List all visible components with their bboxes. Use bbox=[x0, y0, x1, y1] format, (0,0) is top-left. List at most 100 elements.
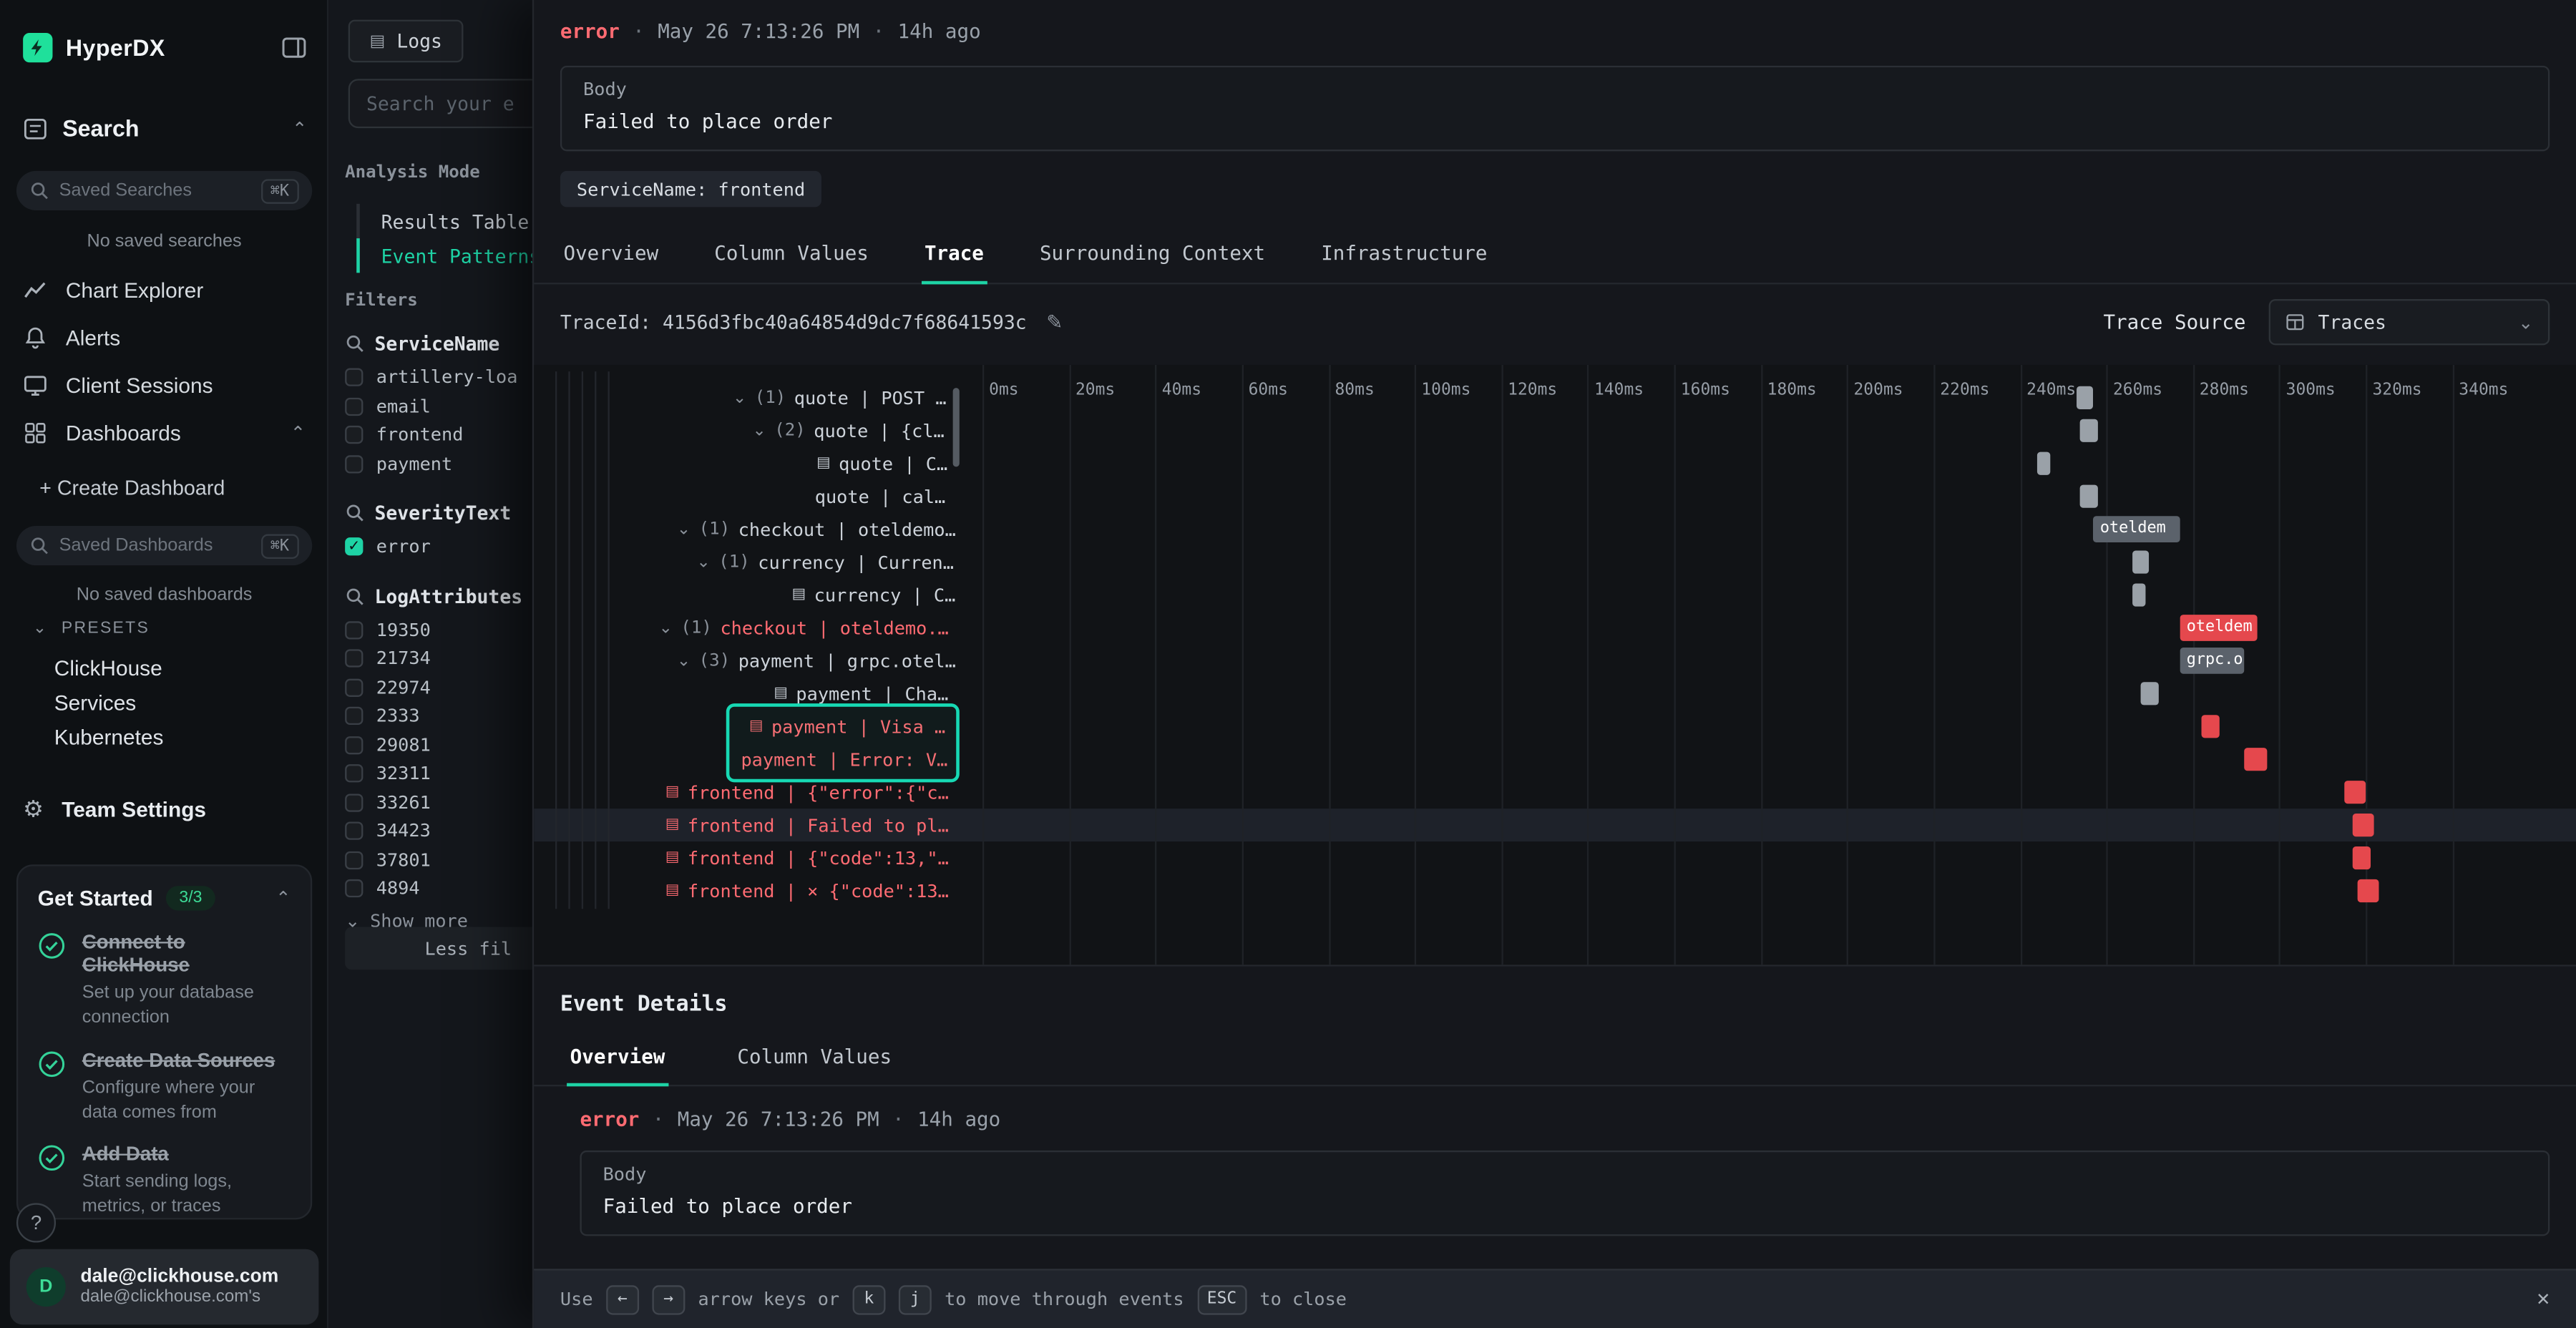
sidebar-item-dashboards[interactable]: Dashboards ⌃ bbox=[0, 409, 328, 457]
checkbox[interactable] bbox=[345, 455, 363, 473]
tab-column-values[interactable]: Column Values bbox=[711, 227, 872, 283]
span-bar[interactable] bbox=[2077, 386, 2094, 409]
span-bar[interactable] bbox=[2141, 682, 2158, 705]
collapse-span-icon[interactable]: ⌄ bbox=[677, 652, 691, 670]
saved-searches-input[interactable] bbox=[59, 181, 251, 201]
separator-dot: · bbox=[633, 20, 645, 43]
span-bar[interactable]: oteldem bbox=[2094, 516, 2180, 542]
span-bar[interactable] bbox=[2081, 419, 2098, 442]
collapse-span-icon[interactable]: ⌄ bbox=[733, 389, 746, 406]
checkbox[interactable] bbox=[345, 621, 363, 639]
sidebar-item-client-sessions[interactable]: Client Sessions bbox=[0, 361, 328, 409]
span-bar[interactable] bbox=[2132, 551, 2150, 574]
collapse-sidebar-icon[interactable] bbox=[281, 34, 308, 61]
span-label: quote | POST … bbox=[794, 387, 947, 409]
checkbox[interactable] bbox=[345, 678, 363, 696]
preset-clickhouse[interactable]: ClickHouse bbox=[54, 651, 162, 685]
child-count: (3) bbox=[699, 651, 731, 671]
span-row[interactable]: ⌄(1)quote | POST … bbox=[534, 381, 956, 414]
get-started-progress-badge: 3/3 bbox=[166, 886, 215, 910]
esc-key: ESC bbox=[1197, 1284, 1246, 1314]
span-row[interactable]: quote | calc… bbox=[534, 480, 956, 513]
log-event-icon: ▤ bbox=[665, 817, 680, 834]
tab-trace[interactable]: Trace bbox=[921, 227, 987, 283]
checkbox[interactable] bbox=[345, 650, 363, 668]
checkbox[interactable] bbox=[345, 397, 363, 415]
saved-searches-field[interactable]: ⌘K bbox=[16, 171, 312, 210]
collapse-span-icon[interactable]: ⌄ bbox=[659, 619, 673, 637]
checkbox[interactable] bbox=[345, 426, 363, 444]
span-row[interactable]: ⌄(1)currency | Currenc… bbox=[534, 546, 956, 579]
checkbox[interactable] bbox=[345, 707, 363, 725]
span-bar[interactable] bbox=[2357, 879, 2379, 902]
checkbox[interactable] bbox=[345, 736, 363, 753]
checkbox[interactable] bbox=[345, 765, 363, 783]
user-menu[interactable]: D dale@clickhouse.com dale@clickhouse.co… bbox=[10, 1249, 319, 1325]
checkbox[interactable] bbox=[345, 851, 363, 869]
get-started-step[interactable]: Create Data Sources Configure where your… bbox=[38, 1048, 291, 1125]
tab-surrounding-context[interactable]: Surrounding Context bbox=[1036, 227, 1268, 283]
checkbox[interactable] bbox=[345, 879, 363, 897]
collapse-span-icon[interactable]: ⌄ bbox=[677, 520, 691, 538]
tab-overview[interactable]: Overview bbox=[560, 227, 662, 283]
span-bar[interactable] bbox=[2081, 485, 2098, 508]
span-bar[interactable] bbox=[2353, 814, 2374, 836]
saved-dashboards-input[interactable] bbox=[59, 536, 251, 556]
search-section-header[interactable]: Search ⌃ bbox=[23, 109, 307, 148]
axis-tick: 20ms bbox=[1075, 381, 1115, 399]
checkbox[interactable]: ✓ bbox=[345, 538, 363, 556]
gridline bbox=[1674, 365, 1676, 965]
chevron-up-icon[interactable]: ⌃ bbox=[291, 422, 306, 444]
avatar: D bbox=[26, 1267, 66, 1307]
sidebar-item-team-settings[interactable]: ⚙ Team Settings bbox=[0, 786, 328, 834]
get-started-step[interactable]: Connect to ClickHouse Set up your databa… bbox=[38, 930, 291, 1030]
body-text: Failed to place order bbox=[603, 1195, 2527, 1218]
tree-scrollbar[interactable] bbox=[953, 388, 960, 467]
sidebar-item-alerts[interactable]: Alerts bbox=[0, 314, 328, 362]
nav-label: Team Settings bbox=[62, 797, 306, 821]
trace-source-dropdown[interactable]: Traces ⌄ bbox=[2269, 299, 2550, 345]
edit-trace-id-icon[interactable]: ✎ bbox=[1046, 311, 1063, 333]
span-row[interactable]: ⌄(1)checkout | oteldemo.… bbox=[534, 513, 956, 546]
collapse-span-icon[interactable]: ⌄ bbox=[696, 553, 710, 571]
tab-column-values[interactable]: Column Values bbox=[734, 1032, 895, 1085]
preset-kubernetes[interactable]: Kubernetes bbox=[54, 720, 164, 754]
collapse-span-icon[interactable]: ⌄ bbox=[753, 421, 766, 439]
sidebar-item-chart-explorer[interactable]: Chart Explorer bbox=[0, 266, 328, 314]
get-started-step[interactable]: Add Data Start sending logs, metrics, or… bbox=[38, 1143, 291, 1219]
checkbox[interactable] bbox=[345, 368, 363, 386]
span-bar[interactable]: oteldem bbox=[2180, 615, 2258, 641]
help-button[interactable]: ? bbox=[16, 1203, 56, 1242]
source-selector-button[interactable]: ▤ Logs bbox=[348, 20, 464, 63]
span-bar[interactable] bbox=[2037, 452, 2050, 475]
span-row[interactable]: ▤quote | C… bbox=[534, 447, 956, 480]
span-row[interactable]: ▤currency | Conv… bbox=[534, 579, 956, 612]
span-row[interactable]: ▤frontend | {"code":13,"det… bbox=[534, 841, 956, 874]
span-row[interactable]: ▤frontend | × {"code":13,"d… bbox=[534, 874, 956, 907]
tab-overview[interactable]: Overview bbox=[567, 1032, 668, 1085]
axis-tick: 220ms bbox=[1940, 381, 1989, 399]
span-bar[interactable] bbox=[2202, 715, 2219, 738]
checkbox[interactable] bbox=[345, 822, 363, 840]
get-started-card: Get Started 3/3 ⌃ Connect to ClickHouse … bbox=[16, 864, 312, 1219]
span-bar[interactable]: grpc.o bbox=[2180, 648, 2245, 674]
presets-header[interactable]: ⌄ PRESETS bbox=[33, 620, 150, 638]
span-bar[interactable] bbox=[2344, 781, 2366, 804]
span-row[interactable]: ⌄(2)quote | {cl… bbox=[534, 414, 956, 447]
saved-dashboards-field[interactable]: ⌘K bbox=[16, 526, 312, 565]
span-row[interactable]: ⌄(3)payment | grpc.oteld… bbox=[534, 644, 956, 677]
chevron-up-icon[interactable]: ⌃ bbox=[292, 117, 307, 139]
create-dashboard-button[interactable]: + Create Dashboard bbox=[39, 477, 225, 499]
span-row[interactable]: ⌄(1)checkout | oteldemo.Pa… bbox=[534, 611, 956, 644]
checkbox[interactable] bbox=[345, 794, 363, 811]
waterfall-chart: 0ms20ms40ms60ms80ms100ms120ms140ms160ms1… bbox=[962, 365, 2576, 965]
span-row[interactable]: ▤frontend | Failed to place… bbox=[534, 809, 956, 841]
span-bar[interactable] bbox=[2132, 583, 2145, 606]
tab-infrastructure[interactable]: Infrastructure bbox=[1318, 227, 1491, 283]
span-bar[interactable] bbox=[2245, 748, 2266, 771]
service-name-chip[interactable]: ServiceName: frontend bbox=[560, 171, 821, 208]
chevron-up-icon[interactable]: ⌃ bbox=[275, 887, 291, 909]
span-bar[interactable] bbox=[2353, 846, 2370, 869]
close-icon[interactable]: ✕ bbox=[2537, 1287, 2550, 1312]
preset-services[interactable]: Services bbox=[54, 685, 136, 720]
